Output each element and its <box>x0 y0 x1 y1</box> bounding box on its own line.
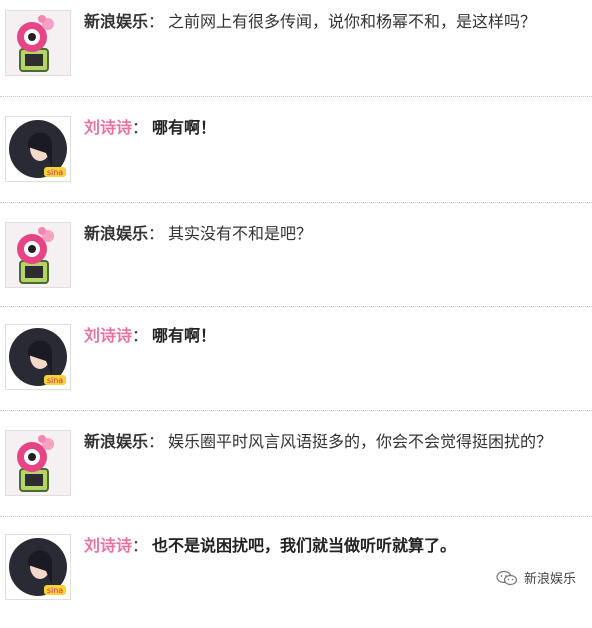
speaker-name: 刘诗诗 <box>84 536 133 555</box>
sina-mascot-avatar[interactable] <box>5 430 71 496</box>
speaker-name: 新浪娱乐 <box>84 12 149 31</box>
sina-mascot-icon <box>6 11 70 75</box>
chat-message: 新浪娱乐： 娱乐圈平时风言风语挺多的，你会不会觉得挺困扰的？ <box>0 420 592 524</box>
speaker-colon: ： <box>132 536 149 555</box>
message-text: 其实没有不和是吧？ <box>168 224 313 243</box>
chat-message: 新浪娱乐： 之前网上有很多传闻，说你和杨幂不和，是这样吗？ <box>0 0 592 104</box>
message-divider <box>0 202 592 203</box>
speaker-colon: ： <box>148 432 165 451</box>
sina-badge: sina <box>47 586 63 595</box>
sina-badge: sina <box>47 376 63 385</box>
chat-message: 新浪娱乐： 其实没有不和是吧？ <box>0 212 592 316</box>
speaker-name: 刘诗诗 <box>84 118 133 137</box>
message-line: 新浪娱乐： 其实没有不和是吧？ <box>84 222 582 246</box>
message-text: 也不是说困扰吧，我们就当做听听就算了。 <box>152 536 457 555</box>
message-line: 新浪娱乐： 之前网上有很多传闻，说你和杨幂不和，是这样吗？ <box>84 10 582 34</box>
message-text: 之前网上有很多传闻，说你和杨幂不和，是这样吗？ <box>168 12 537 31</box>
message-divider <box>0 516 592 517</box>
message-text: 哪有啊！ <box>152 118 217 137</box>
wechat-icon <box>496 570 518 585</box>
sina-mascot-icon <box>6 431 70 495</box>
speaker-colon: ： <box>132 118 149 137</box>
liu-shishi-avatar[interactable]: sina <box>5 116 71 182</box>
liu-shishi-avatar[interactable]: sina <box>5 534 71 600</box>
speaker-colon: ： <box>148 12 165 31</box>
message-divider <box>0 306 592 307</box>
speaker-name: 新浪娱乐 <box>84 432 149 451</box>
wechat-watermark: 新浪娱乐 <box>496 568 576 587</box>
watermark-label: 新浪娱乐 <box>523 572 576 587</box>
chat-message: sina 刘诗诗： 哪有啊！ <box>0 314 592 418</box>
message-line: 刘诗诗： 哪有啊！ <box>84 116 582 140</box>
portrait-icon: sina <box>6 117 70 181</box>
message-text: 哪有啊！ <box>152 326 217 345</box>
speaker-name: 刘诗诗 <box>84 326 133 345</box>
message-line: 刘诗诗： 也不是说困扰吧，我们就当做听听就算了。 <box>84 534 582 558</box>
sina-badge: sina <box>47 168 63 177</box>
speaker-colon: ： <box>148 224 165 243</box>
portrait-icon: sina <box>6 535 70 599</box>
message-divider <box>0 410 592 411</box>
message-text: 娱乐圈平时风言风语挺多的，你会不会觉得挺困扰的？ <box>168 432 553 451</box>
speaker-name: 新浪娱乐 <box>84 224 149 243</box>
chat-message: sina 刘诗诗： 哪有啊！ <box>0 106 592 210</box>
message-line: 新浪娱乐： 娱乐圈平时风言风语挺多的，你会不会觉得挺困扰的？ <box>84 430 582 454</box>
message-line: 刘诗诗： 哪有啊！ <box>84 324 582 348</box>
speaker-colon: ： <box>132 326 149 345</box>
sina-mascot-icon <box>6 223 70 287</box>
liu-shishi-avatar[interactable]: sina <box>5 324 71 390</box>
portrait-icon: sina <box>6 325 70 389</box>
sina-mascot-avatar[interactable] <box>5 10 71 76</box>
sina-mascot-avatar[interactable] <box>5 222 71 288</box>
message-divider <box>0 96 592 97</box>
